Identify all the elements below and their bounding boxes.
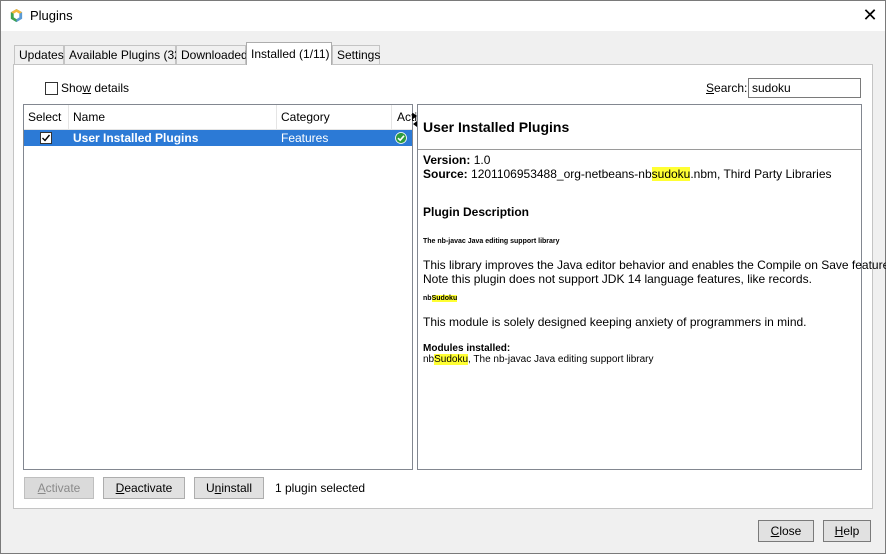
uninstall-button[interactable]: Uninstall <box>194 477 264 499</box>
tab-downloaded[interactable]: Downloaded <box>176 45 248 64</box>
window-title: Plugins <box>30 8 73 23</box>
search-label: Search: <box>706 81 748 95</box>
close-window-icon[interactable]: ✕ <box>855 3 885 27</box>
source-line: Source: 1201106953488_org-netbeans-nbsud… <box>423 167 832 181</box>
version-line: Version: 1.0 <box>423 153 491 167</box>
modules-installed-list: nbSudoku, The nb-javac Java editing supp… <box>423 354 654 365</box>
plugin-table: Select Name Category Active User Install… <box>23 104 430 470</box>
activate-button[interactable]: Activate <box>24 477 94 499</box>
plugin-description-heading: Plugin Description <box>423 205 530 219</box>
checkmark-icon <box>42 134 51 142</box>
modules-installed-label: Modules installed: <box>423 343 511 354</box>
column-header-name[interactable]: Name <box>69 105 277 130</box>
close-button[interactable]: Close <box>758 520 814 542</box>
column-header-category[interactable]: Category <box>277 105 392 130</box>
library-description-line-1: This library improves the Java editor be… <box>423 258 886 272</box>
check-circle-icon <box>395 132 407 144</box>
row-category: Features <box>281 131 329 145</box>
column-header-active[interactable]: Active <box>392 105 430 130</box>
show-details-checkbox[interactable] <box>45 82 58 95</box>
row-name: User Installed Plugins <box>73 131 199 145</box>
netbeans-app-icon <box>10 8 23 23</box>
selection-status: 1 plugin selected <box>275 481 366 495</box>
plugin-details-pane: User Installed Plugins Version: 1.0 Sour… <box>417 104 886 470</box>
row-active <box>392 130 412 146</box>
tab-settings[interactable]: Settings <box>332 45 380 64</box>
row-select-checkbox[interactable] <box>40 132 52 144</box>
module-heading: nbSudoku <box>423 295 458 302</box>
module-description: This module is solely designed keeping a… <box>423 315 807 329</box>
tab-available-plugins[interactable]: Available Plugins (32) <box>64 45 185 64</box>
tab-updates[interactable]: Updates <box>14 45 64 64</box>
details-title: User Installed Plugins <box>423 119 570 135</box>
select-cell[interactable] <box>24 130 69 146</box>
library-description-line-2: Note this plugin does not support JDK 14… <box>423 272 812 286</box>
column-header-select[interactable]: Select <box>24 105 69 130</box>
show-details-label[interactable]: Show details <box>61 81 129 95</box>
library-heading: The nb-javac Java editing support librar… <box>423 238 560 245</box>
help-button[interactable]: Help <box>823 520 871 542</box>
title-bar <box>1 1 885 31</box>
search-input[interactable] <box>748 78 861 98</box>
tab-installed[interactable]: Installed (1/11) <box>246 42 332 65</box>
deactivate-button[interactable]: Deactivate <box>103 477 185 499</box>
table-row[interactable]: User Installed Plugins Features <box>24 130 412 146</box>
